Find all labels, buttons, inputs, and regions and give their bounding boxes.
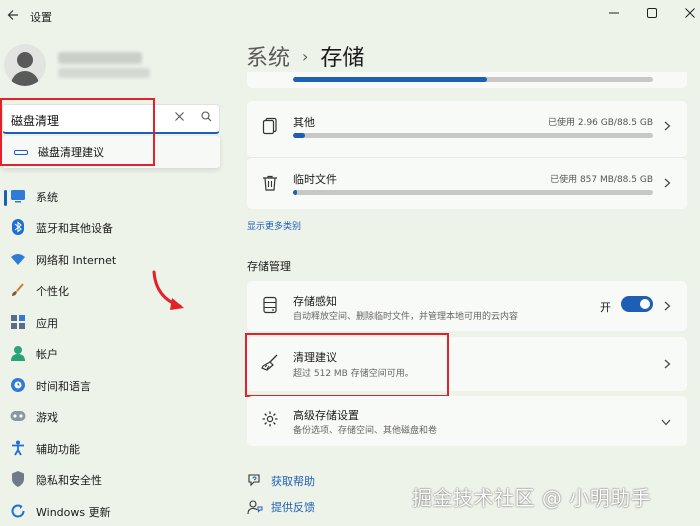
usage-bar	[293, 133, 653, 138]
wifi-icon	[10, 251, 26, 267]
chevron-down-icon	[661, 415, 671, 429]
toggle-knob	[640, 299, 650, 309]
sidebar-item-label: 系统	[36, 191, 58, 204]
avatar-body	[11, 71, 39, 86]
sidebar-item-apps[interactable]: 应用	[0, 308, 228, 336]
avatar-head	[17, 52, 33, 68]
highlight-box-cleanup	[245, 333, 449, 397]
apps-icon	[10, 314, 26, 330]
minimize-icon	[609, 12, 619, 14]
feedback-icon	[247, 499, 263, 515]
advanced-storage-title: 高级存储设置	[293, 409, 359, 422]
advanced-storage-desc: 备份选项、存储空间、其他磁盘和卷	[293, 426, 438, 436]
sidebar-item-personalization[interactable]: 个性化	[0, 276, 228, 304]
feedback-label: 提供反馈	[271, 501, 315, 514]
storage-item-title: 临时文件	[293, 173, 337, 186]
sidebar-item-accounts[interactable]: 帐户	[0, 339, 228, 367]
annotation-arrow-icon	[152, 270, 184, 310]
back-arrow-icon	[7, 10, 18, 20]
breadcrumb-separator: ›	[302, 46, 309, 66]
sidebar-item-gaming[interactable]: 游戏	[0, 402, 228, 430]
get-help-link[interactable]: 获取帮助	[247, 471, 315, 491]
search-button[interactable]	[201, 111, 212, 125]
watermark-text: 掘金技术社区 @ 小明助手	[412, 486, 652, 510]
sidebar-item-label: 应用	[36, 317, 58, 330]
storage-item-partial[interactable]	[247, 72, 687, 88]
brush-icon	[10, 282, 26, 298]
sidebar-item-windows-update[interactable]: Windows 更新	[0, 497, 228, 525]
sidebar-item-privacy[interactable]: 隐私和安全性	[0, 465, 228, 493]
sidebar-item-label: 个性化	[36, 285, 69, 298]
back-button[interactable]	[2, 4, 24, 26]
page-title: 存储	[320, 46, 365, 71]
chevron-right-icon	[664, 177, 671, 191]
active-indicator	[4, 190, 7, 206]
title-bar: 设置	[0, 0, 700, 32]
document-icon	[262, 117, 277, 135]
accessibility-icon	[10, 440, 26, 456]
account-icon	[10, 345, 26, 361]
sidebar-item-bluetooth[interactable]: 蓝牙和其他设备	[0, 213, 228, 241]
system-icon	[10, 188, 26, 204]
search-icon	[201, 111, 212, 122]
usage-bar-fill	[293, 190, 298, 195]
sidebar-item-label: Windows 更新	[36, 506, 111, 519]
profile-email-blurred	[58, 68, 150, 78]
sidebar-item-label: 辅助功能	[36, 443, 80, 456]
breadcrumb-parent[interactable]: 系统	[246, 40, 290, 72]
minimize-button[interactable]	[594, 2, 634, 24]
maximize-icon	[647, 8, 657, 18]
section-title-storage-management: 存储管理	[247, 260, 291, 273]
storage-item-other[interactable]: 其他 已使用 2.96 GB/88.5 GB	[247, 101, 687, 157]
shield-icon	[10, 471, 26, 487]
profile-name-blurred	[58, 52, 142, 64]
feedback-link[interactable]: 提供反馈	[247, 497, 315, 517]
gamepad-icon	[10, 408, 26, 424]
sidebar-item-network[interactable]: 网络和 Internet	[0, 245, 228, 273]
chevron-right-icon	[664, 300, 671, 314]
sidebar-item-label: 蓝牙和其他设备	[36, 222, 113, 235]
bluetooth-icon	[10, 219, 26, 235]
chevron-right-icon	[664, 120, 671, 134]
update-icon	[10, 503, 26, 519]
storage-item-usage: 已使用 2.96 GB/88.5 GB	[548, 118, 653, 128]
gear-icon	[262, 411, 278, 427]
sidebar-item-system[interactable]: 系统	[0, 182, 228, 210]
storage-sense-desc: 自动释放空间、删除临时文件，并管理本地可用的云内容	[293, 312, 519, 322]
storage-sense-title: 存储感知	[293, 295, 337, 308]
toggle-label: 开	[600, 301, 611, 314]
chevron-right-icon	[664, 358, 671, 372]
advanced-storage-settings-row[interactable]: 高级存储设置 备份选项、存储空间、其他磁盘和卷	[247, 396, 687, 446]
show-more-categories-link[interactable]: 显示更多类别	[247, 219, 301, 232]
breadcrumb: 系统 › 存储	[246, 40, 364, 72]
clear-search-button[interactable]	[175, 110, 184, 125]
storage-sense-toggle[interactable]	[621, 296, 653, 312]
avatar[interactable]	[4, 44, 46, 86]
storage-item-title: 其他	[293, 116, 315, 129]
trash-icon	[263, 175, 277, 191]
usage-bar	[293, 77, 653, 82]
help-icon	[247, 473, 263, 489]
globe-clock-icon	[10, 377, 26, 393]
sidebar-item-label: 隐私和安全性	[36, 474, 102, 487]
close-icon	[175, 112, 184, 121]
storage-item-temp-files[interactable]: 临时文件 已使用 857 MB/88.5 GB	[247, 157, 687, 209]
usage-bar-fill	[293, 77, 488, 82]
storage-item-usage: 已使用 857 MB/88.5 GB	[550, 175, 653, 185]
maximize-button[interactable]	[632, 2, 672, 24]
highlight-box-search	[0, 98, 155, 166]
usage-bar-fill	[293, 133, 306, 138]
sidebar-item-label: 时间和语言	[36, 380, 91, 393]
sidebar-item-label: 游戏	[36, 411, 58, 424]
sidebar-item-label: 网络和 Internet	[36, 254, 117, 267]
app-title: 设置	[30, 11, 52, 24]
storage-drive-icon	[263, 296, 277, 314]
close-icon	[685, 8, 695, 18]
sidebar-item-accessibility[interactable]: 辅助功能	[0, 434, 228, 462]
get-help-label: 获取帮助	[271, 475, 315, 488]
sidebar-item-time-language[interactable]: 时间和语言	[0, 371, 228, 399]
sidebar-item-label: 帐户	[36, 348, 58, 361]
close-button[interactable]	[670, 2, 700, 24]
usage-bar	[293, 190, 653, 195]
